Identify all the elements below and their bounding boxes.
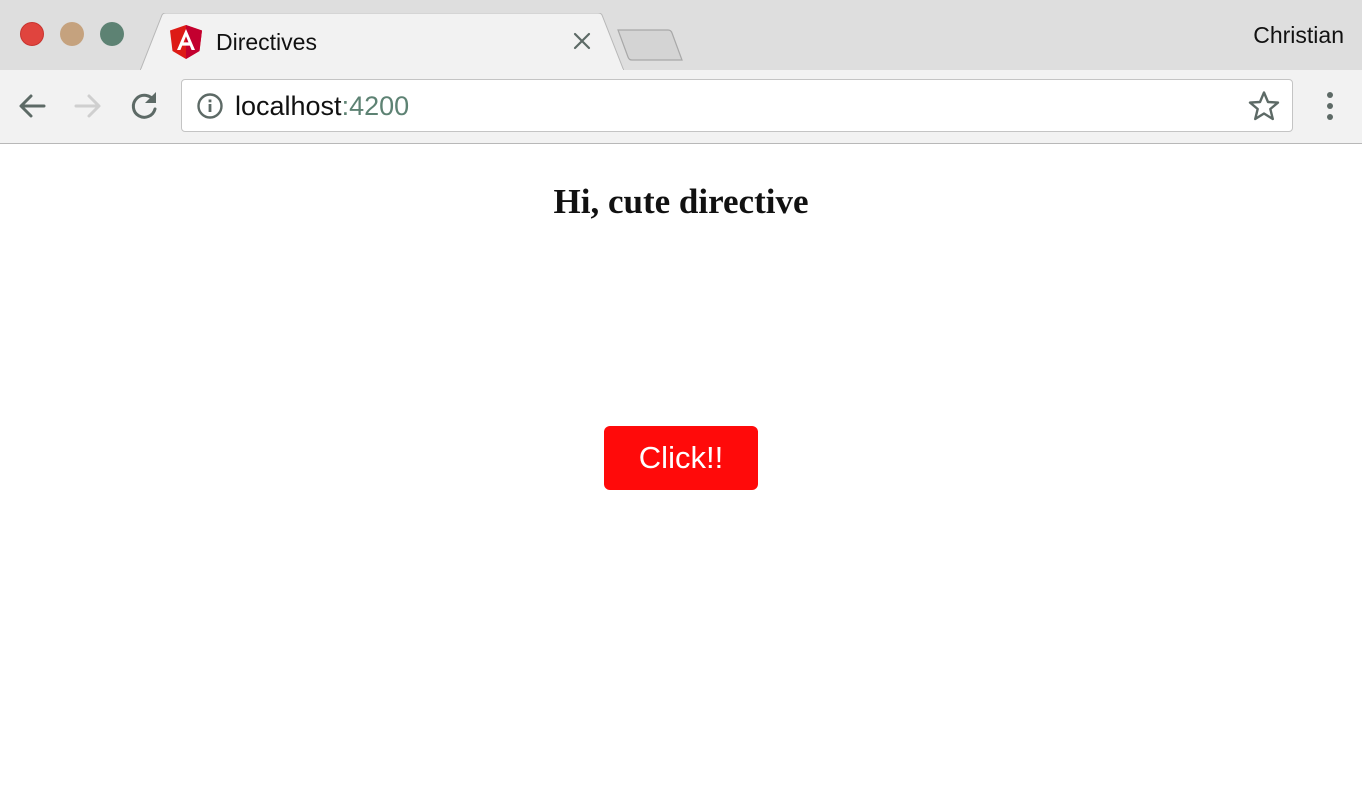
page-heading: Hi, cute directive bbox=[553, 182, 809, 221]
bookmark-star-icon[interactable] bbox=[1248, 90, 1280, 122]
tab-directives[interactable]: Directives bbox=[140, 13, 624, 71]
tab-strip: Directives Christian bbox=[0, 0, 1362, 71]
tab-close-icon[interactable] bbox=[570, 29, 594, 53]
new-tab-button[interactable] bbox=[616, 28, 686, 62]
window-minimize-button[interactable] bbox=[60, 22, 84, 46]
address-bar[interactable]: localhost:4200 bbox=[181, 79, 1293, 132]
tab-title: Directives bbox=[216, 29, 317, 55]
browser-window: Directives Christian localhost:4200 Hi, … bbox=[0, 0, 1362, 806]
tab-background bbox=[140, 13, 624, 71]
reload-icon[interactable] bbox=[126, 88, 162, 124]
forward-arrow-icon[interactable] bbox=[70, 88, 106, 124]
click-button[interactable]: Click!! bbox=[604, 426, 758, 490]
window-close-button[interactable] bbox=[20, 22, 44, 46]
profile-name[interactable]: Christian bbox=[1253, 22, 1344, 49]
info-icon[interactable] bbox=[196, 92, 224, 120]
url-text[interactable]: localhost:4200 bbox=[235, 90, 409, 122]
page-viewport: Hi, cute directive Click!! bbox=[0, 144, 1362, 806]
url-port: :4200 bbox=[341, 91, 410, 121]
back-arrow-icon[interactable] bbox=[14, 88, 50, 124]
menu-dots-icon[interactable] bbox=[1314, 88, 1346, 124]
window-maximize-button[interactable] bbox=[100, 22, 124, 46]
url-host: localhost bbox=[235, 91, 342, 121]
browser-toolbar: localhost:4200 bbox=[0, 70, 1362, 144]
angular-icon bbox=[170, 25, 202, 59]
